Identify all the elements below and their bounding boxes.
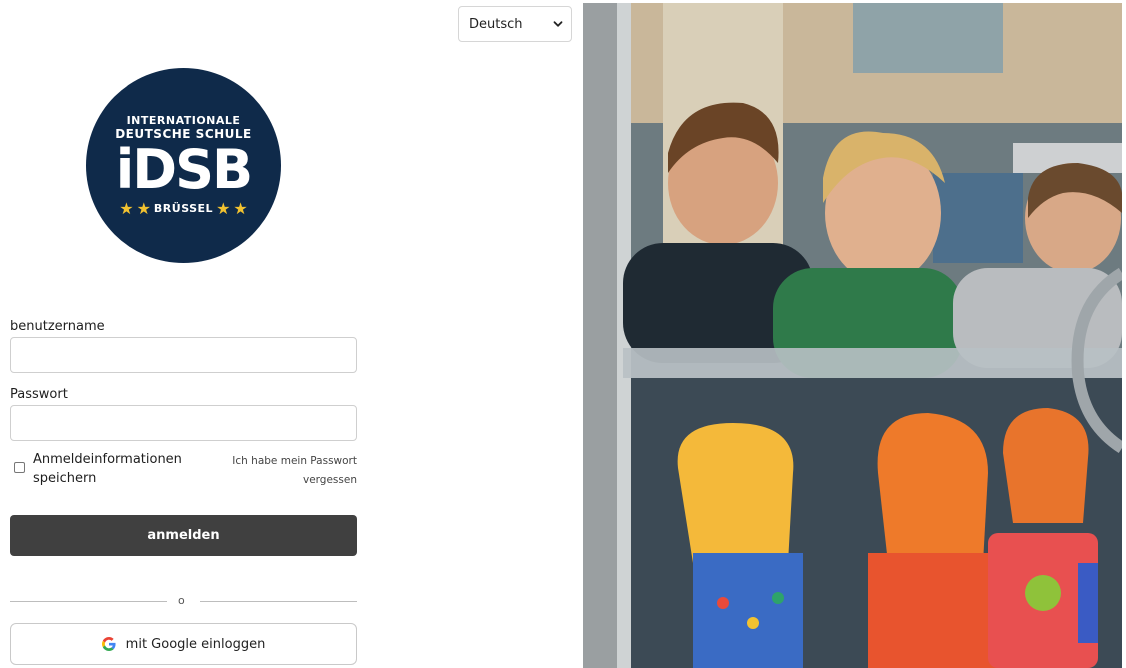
forgot-password-link[interactable]: Ich habe mein Passwort vergessen: [210, 452, 357, 490]
remember-credentials: Anmeldeinformationen speichern: [14, 450, 203, 488]
school-logo: INTERNATIONALE DEUTSCHE SCHULE iDSB ★ ★ …: [86, 68, 281, 263]
star-icon: ★: [233, 198, 248, 218]
remember-label: Anmeldeinformationen speichern: [33, 452, 182, 486]
password-input[interactable]: [10, 405, 357, 441]
password-label: Passwort: [10, 387, 68, 402]
language-select-value: Deutsch: [469, 16, 523, 32]
logo-line1: INTERNATIONALE: [126, 113, 241, 127]
google-icon: [101, 637, 116, 651]
google-login-label: mit Google einloggen: [125, 636, 266, 652]
divider-line-left: [10, 601, 167, 602]
hero-photo: [583, 3, 1122, 668]
username-label: benutzername: [10, 319, 105, 334]
language-select[interactable]: Deutsch: [458, 6, 572, 42]
google-login-button[interactable]: mit Google einloggen: [10, 623, 357, 665]
chevron-down-icon: [553, 21, 563, 27]
login-button[interactable]: anmelden: [10, 515, 357, 556]
logo-stars-row: ★ ★ BRÜSSEL ★ ★: [119, 198, 248, 218]
divider-text: o: [178, 594, 185, 607]
remember-checkbox[interactable]: [14, 462, 25, 473]
logo-acronym: iDSB: [115, 137, 253, 201]
logo-city: BRÜSSEL: [153, 202, 214, 215]
star-icon: ★: [119, 198, 134, 218]
star-icon: ★: [136, 198, 151, 218]
divider-line-right: [200, 601, 357, 602]
star-icon: ★: [216, 198, 231, 218]
username-input[interactable]: [10, 337, 357, 373]
hero-photo-illustration: [583, 3, 1122, 668]
